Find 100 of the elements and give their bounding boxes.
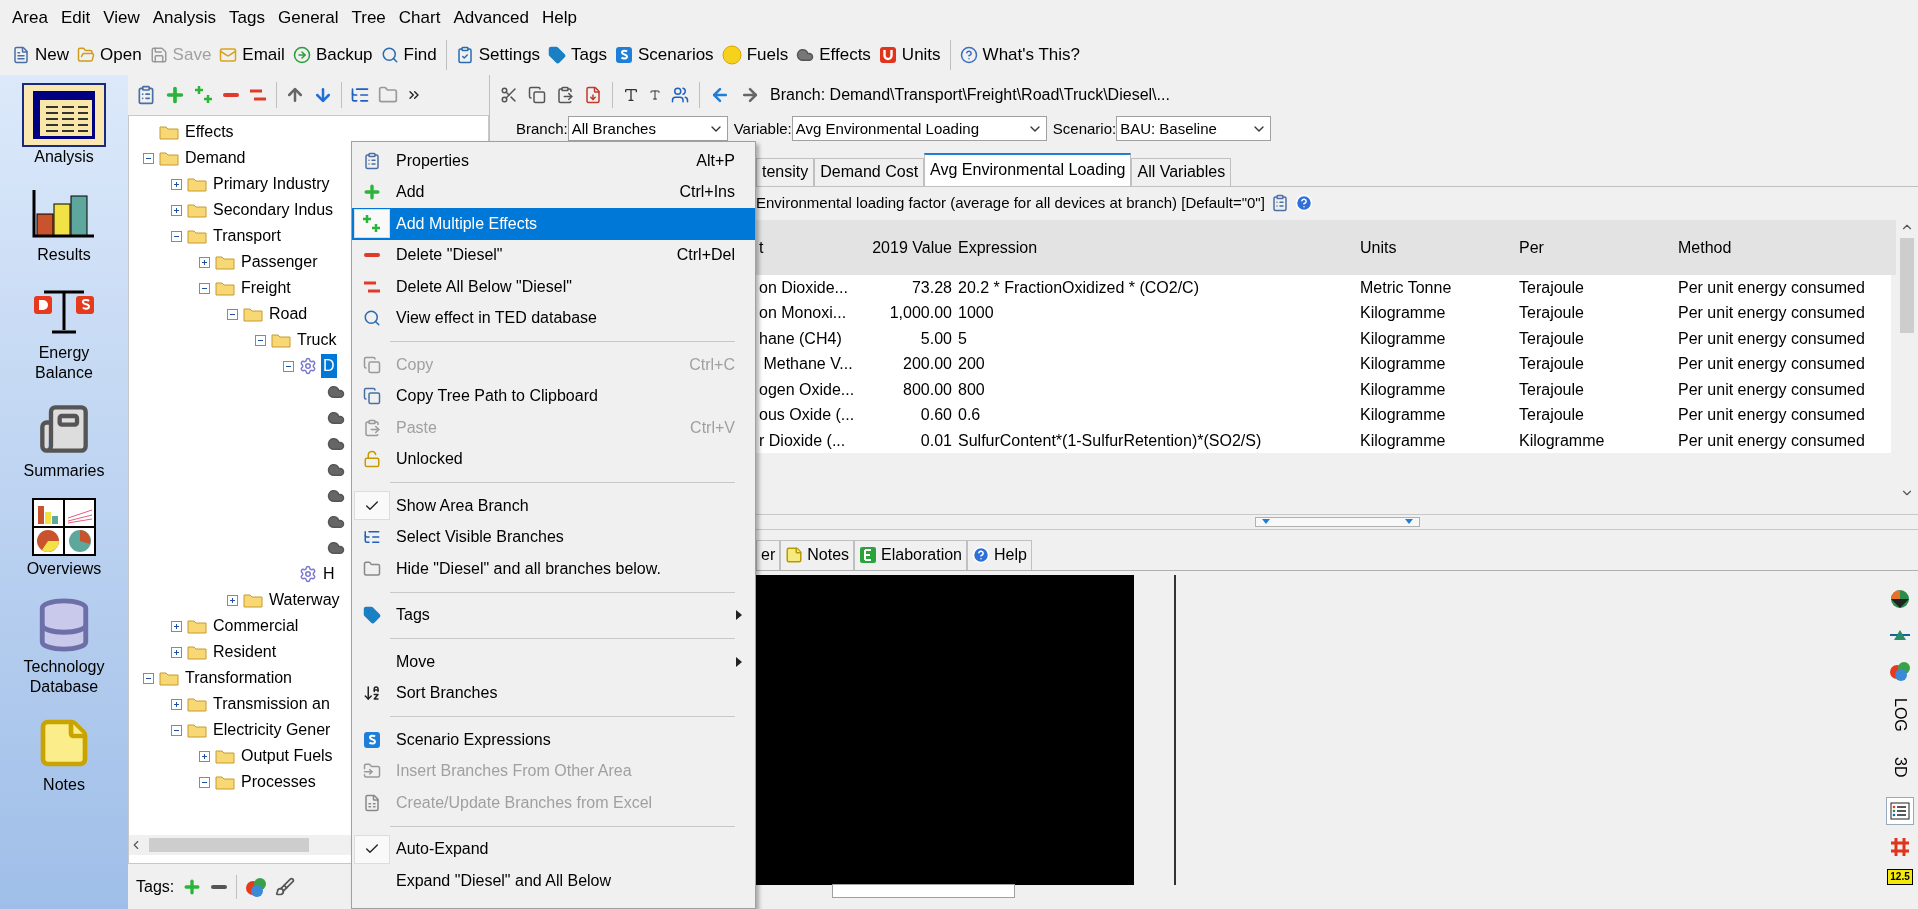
dropdown[interactable]: BAU: Baseline [1116,116,1272,142]
users-icon[interactable] [671,85,689,104]
menu-item[interactable]: Add Multiple Effects [352,208,755,240]
tab[interactable]: er [756,540,781,570]
branch-label[interactable]: Freight [239,276,293,300]
collapse-toggle[interactable] [255,334,266,346]
nav-item[interactable]: Technology Database [9,593,119,697]
number-format-button[interactable]: 12.5 [1887,869,1913,885]
branch-label[interactable]: Resident [211,640,279,664]
input-field[interactable] [832,884,1015,898]
dropdown[interactable]: All Branches [567,116,728,142]
menu-item[interactable]: Add Ctrl+Ins [352,176,755,208]
nav-item[interactable]: Energy Balance [9,279,119,383]
clipboard-icon[interactable] [1270,194,1289,213]
tab[interactable]: Help [967,540,1032,570]
menu-bar-item[interactable]: Tags [223,4,271,31]
nav-item[interactable]: Summaries [9,397,119,481]
menu-item[interactable]: Expand "Diesel" and All Below [352,865,755,897]
collapse-toggle[interactable] [199,282,210,294]
branch-label[interactable]: Commercial [211,614,301,638]
tab[interactable]: All Variables [1131,157,1232,186]
copy-icon[interactable] [528,85,546,104]
menu-item[interactable]: Sort Branches [352,677,755,709]
expand-toggle[interactable] [171,204,182,216]
chart-option-button[interactable]: 3D [1886,745,1914,789]
expand-toggle[interactable] [199,256,210,268]
branch-label[interactable]: Primary Industry [211,172,332,196]
branch-label[interactable]: Processes [239,770,318,794]
scissors-icon[interactable] [500,85,518,104]
menu-bar-item[interactable]: Chart [392,4,447,31]
nav-item[interactable]: Overviews [9,495,119,579]
collapse-toggle[interactable] [199,776,210,788]
chart-option-button[interactable]: LOG [1886,693,1914,737]
toolbar-button[interactable]: Tags [544,42,611,68]
branch-label[interactable]: Transmission an [211,692,332,716]
tab[interactable]: tensity [756,157,815,186]
toolbar-button[interactable]: New [8,42,73,68]
expand-toggle[interactable] [227,594,238,606]
branch-label[interactable]: Transport [211,224,283,248]
toolbar-button[interactable]: Effects [792,42,875,68]
menu-bar-item[interactable]: Tree [345,4,392,31]
minus-icon[interactable] [210,883,229,890]
menu-item[interactable]: Properties Alt+P [352,145,755,177]
toolbar-button[interactable]: Settings [451,42,545,68]
menu-bar-item[interactable]: View [97,4,146,31]
nav-item[interactable]: Results [9,181,119,265]
toolbar-button[interactable]: Fuels [717,42,793,68]
expand-toggle[interactable] [171,620,182,632]
chart-option-button[interactable] [1886,797,1914,825]
minus-icon[interactable] [222,92,240,98]
tab[interactable]: Elaboration [854,540,967,570]
menu-bar-item[interactable]: Edit [54,4,97,31]
nav-item[interactable]: Notes [9,711,119,795]
clipboard-icon[interactable] [136,85,156,105]
paste-icon[interactable] [556,85,574,104]
menu-bar-item[interactable]: Analysis [146,4,223,31]
menu-item[interactable]: Select Visible Branches [352,521,755,553]
menu-item[interactable]: Show Area Branch [352,490,755,522]
toolbar-button[interactable]: Scenarios [611,42,718,68]
menu-item[interactable]: View effect in TED database [352,302,755,334]
toolbar-button[interactable]: Find [376,42,441,68]
toolbar-button[interactable]: Units [874,42,945,68]
collapse-toggle[interactable] [227,308,238,320]
branch-label[interactable]: Effects [183,120,236,144]
scrollbar-thumb[interactable] [149,838,309,852]
scrollbar-thumb[interactable] [1900,237,1914,333]
arrow-up-icon[interactable] [285,85,305,105]
font-size-icon[interactable] [623,86,639,103]
branch-label[interactable]: Road [267,302,310,326]
splitter-handle[interactable] [1254,516,1420,527]
menu-bar-item[interactable]: Help [536,4,583,31]
branch-label[interactable]: Demand [183,146,248,170]
arrow-down-icon[interactable] [313,85,333,105]
menu-item[interactable]: Move [352,646,755,678]
dropdown[interactable]: Avg Environmental Loading [791,116,1047,142]
tree-icon[interactable] [350,85,370,105]
file-download-icon[interactable] [584,85,602,104]
menu-item[interactable]: Unlocked [352,443,755,475]
menu-bar-item[interactable]: General [272,4,345,31]
toolbar-button[interactable]: Email [215,42,289,68]
collapse-toggle[interactable] [283,360,294,372]
expand-toggle[interactable] [171,698,182,710]
menu-item[interactable]: Delete All Below "Diesel" [352,271,755,303]
collapse-toggle[interactable] [143,672,154,684]
menu-item[interactable]: Copy Tree Path to Clipboard [352,380,755,412]
collapse-toggle[interactable] [171,230,182,242]
menu-bar-item[interactable]: Advanced [447,4,535,31]
brush-icon[interactable] [275,876,296,897]
expand-toggle[interactable] [199,750,210,762]
branch-label[interactable]: D [321,354,337,378]
font-size-icon[interactable] [649,88,661,101]
branch-label[interactable]: Passenger [239,250,320,274]
branch-label[interactable]: Waterway [267,588,342,612]
expand-toggle[interactable] [171,178,182,190]
branch-label[interactable]: Electricity Gener [211,718,333,742]
menu-item[interactable]: Tags [352,599,755,631]
branch-label[interactable]: Truck [295,328,339,352]
toolbar-button[interactable]: Open [73,42,146,68]
branch-label[interactable]: Output Fuels [239,744,335,768]
menu-item[interactable]: Scenario Expressions [352,724,755,756]
